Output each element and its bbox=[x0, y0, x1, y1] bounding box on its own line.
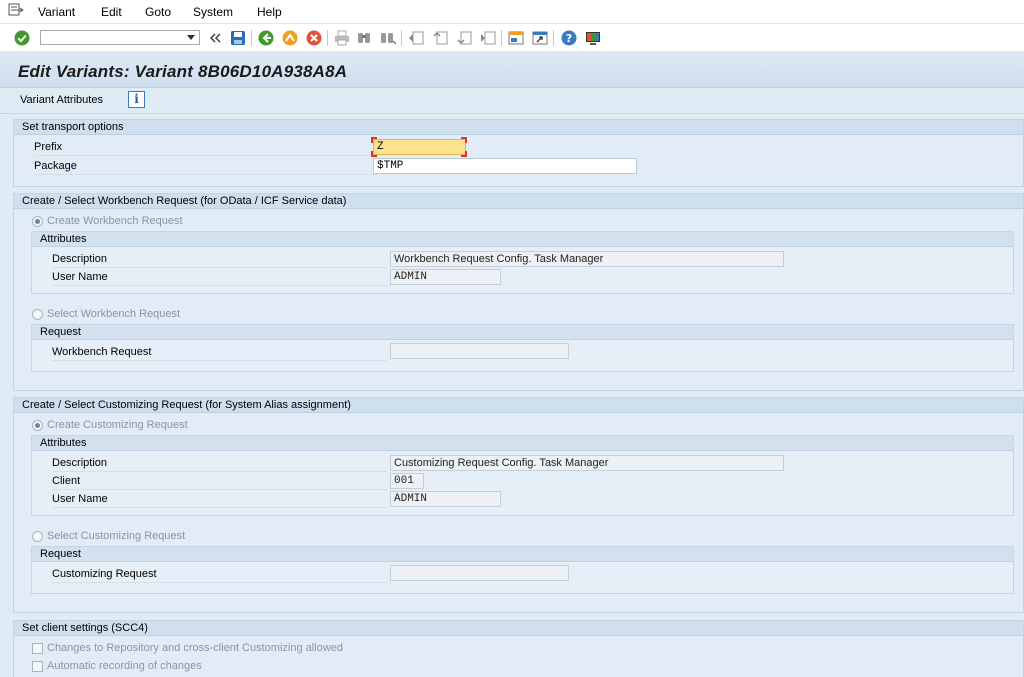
back-icon[interactable] bbox=[258, 30, 274, 46]
command-field[interactable] bbox=[40, 30, 200, 45]
workbench-user-name-field[interactable]: ADMIN bbox=[390, 269, 501, 285]
toolbar-separator bbox=[327, 30, 328, 46]
row-divider bbox=[52, 582, 387, 583]
toolbar-separator bbox=[401, 30, 402, 46]
menu-edit[interactable]: Edit bbox=[101, 5, 122, 19]
collapse-icon[interactable] bbox=[207, 30, 223, 46]
client-field[interactable]: 001 bbox=[390, 473, 424, 489]
package-field[interactable]: $TMP bbox=[373, 158, 637, 174]
automatic-recording-label: Automatic recording of changes bbox=[47, 660, 202, 672]
description-label: Description bbox=[52, 253, 108, 265]
create-workbench-radio[interactable] bbox=[32, 216, 43, 227]
focus-marker bbox=[461, 137, 467, 143]
customize-layout-icon[interactable] bbox=[585, 30, 601, 46]
new-session-icon[interactable] bbox=[508, 30, 524, 46]
automatic-recording-checkbox[interactable] bbox=[32, 661, 43, 672]
select-workbench-label: Select Workbench Request bbox=[47, 308, 181, 320]
cancel-icon[interactable] bbox=[306, 30, 322, 46]
last-page-icon[interactable] bbox=[480, 30, 496, 46]
workbench-request-field[interactable] bbox=[390, 343, 569, 359]
create-customizing-label: Create Customizing Request bbox=[47, 419, 188, 431]
client-settings-header: Set client settings (SCC4) bbox=[14, 621, 1023, 636]
row-divider bbox=[52, 489, 387, 490]
workbench-request-label: Workbench Request bbox=[52, 346, 152, 358]
description-label: Description bbox=[52, 457, 108, 469]
customizing-request-header: Create / Select Customizing Request (for… bbox=[14, 398, 1023, 413]
workbench-request-group: Create / Select Workbench Request (for O… bbox=[13, 193, 1024, 391]
menu-bar: Variant Edit Goto System Help bbox=[0, 0, 1024, 24]
attributes-header: Attributes bbox=[32, 232, 1013, 247]
standard-toolbar: ? bbox=[0, 24, 1024, 52]
page-title: Edit Variants: Variant 8B06D10A938A8A bbox=[18, 62, 348, 81]
help-icon[interactable]: ? bbox=[561, 30, 577, 46]
save-icon[interactable] bbox=[230, 30, 246, 46]
customizing-request-field[interactable] bbox=[390, 565, 569, 581]
attributes-header: Attributes bbox=[32, 436, 1013, 451]
select-workbench-radio[interactable] bbox=[32, 309, 43, 320]
find-next-icon[interactable] bbox=[380, 30, 396, 46]
svg-text:?: ? bbox=[566, 32, 572, 45]
customizing-user-name-field[interactable]: ADMIN bbox=[390, 491, 501, 507]
row-divider bbox=[52, 360, 387, 361]
menu-variant[interactable]: Variant bbox=[38, 5, 75, 19]
package-label: Package bbox=[34, 160, 77, 172]
focus-marker bbox=[461, 151, 467, 157]
transport-options-header: Set transport options bbox=[14, 120, 1023, 135]
workbench-request-header: Create / Select Workbench Request (for O… bbox=[14, 194, 1023, 209]
application-toolbar: Variant Attributes i bbox=[0, 88, 1024, 114]
row-divider bbox=[52, 267, 387, 268]
workbench-description-field[interactable]: Workbench Request Config. Task Manager bbox=[390, 251, 784, 267]
chevron-down-icon[interactable] bbox=[187, 35, 195, 40]
customizing-request-subgroup: Request Customizing Request bbox=[31, 546, 1014, 594]
customizing-attributes-subgroup: Attributes Description Customizing Reque… bbox=[31, 435, 1014, 516]
previous-page-icon[interactable] bbox=[432, 30, 448, 46]
toolbar-separator bbox=[501, 30, 502, 46]
row-divider bbox=[52, 471, 387, 472]
row-divider bbox=[52, 507, 387, 508]
first-page-icon[interactable] bbox=[408, 30, 424, 46]
customizing-description-field[interactable]: Customizing Request Config. Task Manager bbox=[390, 455, 784, 471]
focus-marker bbox=[371, 137, 377, 143]
select-customizing-radio[interactable] bbox=[32, 531, 43, 542]
create-customizing-radio[interactable] bbox=[32, 420, 43, 431]
workbench-request-subgroup: Request Workbench Request bbox=[31, 324, 1014, 372]
request-header: Request bbox=[32, 325, 1013, 340]
menu-goto[interactable]: Goto bbox=[145, 5, 171, 19]
print-icon[interactable] bbox=[334, 30, 350, 46]
focus-marker bbox=[371, 151, 377, 157]
select-customizing-label: Select Customizing Request bbox=[47, 530, 186, 542]
workbench-attributes-subgroup: Attributes Description Workbench Request… bbox=[31, 231, 1014, 294]
row-divider bbox=[34, 155, 379, 156]
next-page-icon[interactable] bbox=[456, 30, 472, 46]
transport-options-group: Set transport options Prefix Z Package $… bbox=[13, 119, 1024, 187]
shortcut-icon[interactable] bbox=[532, 30, 548, 46]
row-divider bbox=[52, 285, 387, 286]
command-input[interactable] bbox=[41, 31, 181, 44]
app-menu-icon[interactable] bbox=[8, 3, 24, 17]
create-workbench-label: Create Workbench Request bbox=[47, 215, 183, 227]
customizing-request-label: Customizing Request bbox=[52, 568, 157, 580]
info-icon[interactable]: i bbox=[128, 91, 145, 108]
menu-system[interactable]: System bbox=[193, 5, 233, 19]
enter-icon[interactable] bbox=[14, 30, 30, 46]
prefix-field[interactable]: Z bbox=[373, 139, 466, 155]
prefix-label: Prefix bbox=[34, 141, 63, 153]
repository-changes-checkbox[interactable] bbox=[32, 643, 43, 654]
title-bar: Edit Variants: Variant 8B06D10A938A8A bbox=[0, 52, 1024, 88]
request-header: Request bbox=[32, 547, 1013, 562]
client-settings-group: Set client settings (SCC4) Changes to Re… bbox=[13, 620, 1024, 677]
user-name-label: User Name bbox=[52, 493, 108, 505]
exit-icon[interactable] bbox=[282, 30, 298, 46]
client-label: Client bbox=[52, 475, 81, 487]
find-icon[interactable] bbox=[356, 30, 372, 46]
repository-changes-label: Changes to Repository and cross-client C… bbox=[47, 642, 343, 654]
row-divider bbox=[34, 174, 379, 175]
user-name-label: User Name bbox=[52, 271, 108, 283]
toolbar-separator bbox=[553, 30, 554, 46]
menu-help[interactable]: Help bbox=[257, 5, 282, 19]
customizing-request-group: Create / Select Customizing Request (for… bbox=[13, 397, 1024, 613]
variant-attributes-label: Variant Attributes bbox=[20, 94, 103, 106]
toolbar-separator bbox=[251, 30, 252, 46]
